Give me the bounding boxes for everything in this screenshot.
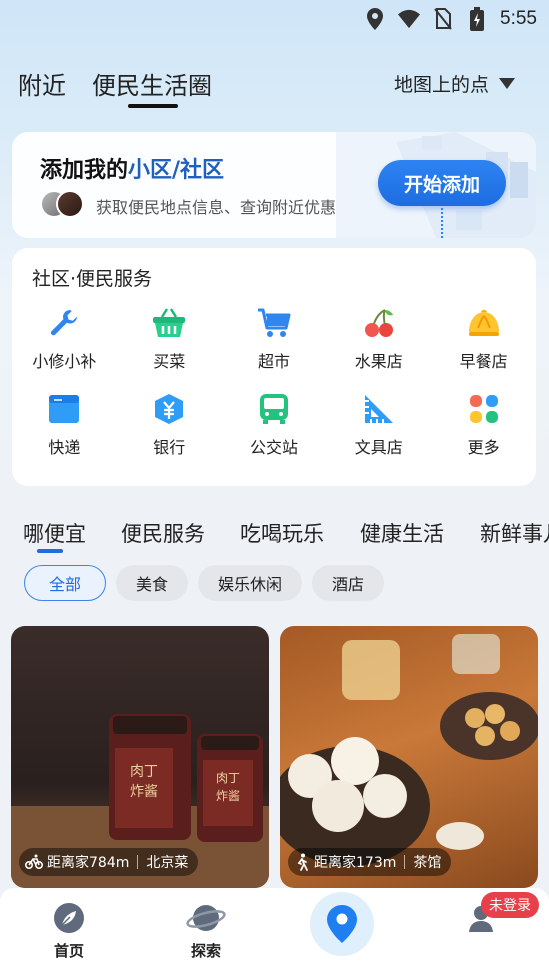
distance-text: 距离家784m — [47, 855, 130, 871]
no-sim-icon — [432, 8, 454, 30]
service-label: 文具店 — [354, 438, 403, 457]
service-label: 快递 — [48, 438, 81, 457]
cart-icon — [257, 306, 291, 340]
service-label: 银行 — [153, 438, 186, 457]
tab-life-circle[interactable]: 便民生活圈 — [92, 66, 212, 101]
service-breakfast[interactable]: 早餐店 — [431, 306, 536, 372]
feed-card[interactable]: 肉丁 炸酱 肉丁 炸酱 距离家784m 北京菜 — [11, 626, 269, 888]
svg-text:肉丁: 肉丁 — [130, 764, 158, 780]
avatar-group — [40, 190, 88, 220]
status-time: 5:55 — [500, 8, 537, 29]
wrench-icon — [47, 306, 81, 340]
more-grid-icon — [467, 392, 501, 426]
add-community-card[interactable]: 添加我的小区/社区 获取便民地点信息、查询附近优惠 开始添加 — [12, 132, 536, 238]
service-label: 早餐店 — [459, 352, 508, 371]
bun-icon — [467, 306, 501, 340]
services-title: 社区·便民服务 — [32, 268, 153, 290]
services-grid: 小修小补 买菜 超市 水果店 早餐店 快递 银行 公交站 文具店 更多 — [12, 306, 536, 458]
triangle-down-icon — [499, 78, 515, 89]
tab-nearby[interactable]: 附近 — [18, 66, 66, 101]
nav-home[interactable]: 首页 — [29, 902, 109, 961]
filter-all[interactable]: 全部 — [24, 565, 107, 601]
tab-cheap[interactable]: 哪便宜 — [23, 518, 86, 548]
category-text: 北京菜 — [146, 855, 189, 871]
map-points-dropdown[interactable]: 地图上的点 — [394, 70, 515, 97]
service-label: 公交站 — [249, 438, 298, 457]
map-points-label: 地图上的点 — [393, 74, 489, 96]
battery-charging-icon — [466, 7, 488, 31]
tab-eat-drink-play[interactable]: 吃喝玩乐 — [240, 518, 324, 548]
service-groceries[interactable]: 买菜 — [117, 306, 222, 372]
map-center-button[interactable] — [310, 892, 374, 956]
tab-active-indicator — [128, 104, 178, 108]
add-card-title-prefix: 添加我的 — [40, 158, 129, 183]
filter-entertainment[interactable]: 娱乐休闲 — [198, 565, 303, 601]
filter-food[interactable]: 美食 — [116, 565, 189, 601]
location-icon — [364, 8, 386, 30]
tab-whats-new[interactable]: 新鲜事儿 — [480, 518, 549, 548]
add-card-title-highlight: 小区/社区 — [128, 158, 225, 183]
leaf-icon — [54, 903, 84, 933]
category-text: 茶馆 — [413, 855, 442, 871]
bank-icon — [152, 392, 186, 426]
service-label: 水果店 — [354, 352, 403, 371]
basket-icon — [152, 306, 186, 340]
service-label: 更多 — [467, 438, 500, 457]
category-tabs: 哪便宜 便民服务 吃喝玩乐 健康生活 新鲜事儿 — [0, 512, 549, 558]
service-fruit-shop[interactable]: 水果店 — [326, 306, 431, 372]
nav-label: 探索 — [190, 942, 221, 960]
nav-label: 首页 — [53, 942, 84, 960]
service-supermarket[interactable]: 超市 — [222, 306, 327, 372]
service-stationery[interactable]: 文具店 — [326, 392, 431, 458]
tab-healthy-living[interactable]: 健康生活 — [360, 518, 444, 548]
service-bank[interactable]: 银行 — [117, 392, 222, 458]
wifi-icon — [398, 8, 421, 30]
svg-text:肉丁: 肉丁 — [216, 771, 240, 785]
map-pin-icon — [327, 905, 357, 943]
nav-explore[interactable]: 探索 — [166, 902, 246, 961]
cherry-icon — [362, 306, 396, 340]
feed-card[interactable]: 距离家173m 茶馆 — [280, 626, 538, 888]
service-more[interactable]: 更多 — [431, 392, 536, 458]
divider — [404, 855, 406, 869]
svg-text:炸酱: 炸酱 — [130, 784, 158, 800]
start-add-button[interactable]: 开始添加 — [378, 160, 506, 206]
package-icon — [47, 392, 81, 426]
add-card-title: 添加我的小区/社区 — [40, 152, 224, 184]
community-services-card: 社区·便民服务 小修小补 买菜 超市 水果店 早餐店 快递 银行 公交站 文具店… — [12, 248, 536, 486]
svg-text:炸酱: 炸酱 — [216, 788, 240, 803]
status-bar: 5:55 — [0, 0, 549, 38]
service-label: 超市 — [257, 352, 290, 371]
service-bus-stop[interactable]: 公交站 — [222, 392, 327, 458]
filter-hotel[interactable]: 酒店 — [312, 565, 385, 601]
service-label: 买菜 — [153, 352, 186, 371]
add-card-subtitle: 获取便民地点信息、查询附近优惠 — [96, 198, 337, 217]
avatar — [56, 190, 84, 218]
top-nav: 附近 便民生活圈 地图上的点 — [0, 60, 549, 114]
tab-convenience-services[interactable]: 便民服务 — [121, 518, 205, 548]
service-repair[interactable]: 小修小补 — [12, 306, 117, 372]
category-active-indicator — [37, 549, 63, 553]
dotted-pin-line — [441, 208, 443, 238]
service-express[interactable]: 快递 — [12, 392, 117, 458]
login-status-badge[interactable]: 未登录 — [481, 892, 539, 918]
divider — [137, 855, 139, 869]
bus-icon — [257, 392, 291, 426]
distance-tag: 距离家173m 茶馆 — [288, 848, 452, 876]
bike-icon — [25, 854, 43, 869]
distance-text: 距离家173m — [314, 855, 397, 871]
filter-chips: 全部 美食 娱乐休闲 酒店 — [24, 565, 385, 601]
ruler-icon — [362, 392, 396, 426]
planet-icon — [186, 905, 226, 931]
service-label: 小修小补 — [32, 352, 97, 371]
walk-icon — [297, 853, 308, 871]
distance-tag: 距离家784m 北京菜 — [19, 848, 199, 876]
